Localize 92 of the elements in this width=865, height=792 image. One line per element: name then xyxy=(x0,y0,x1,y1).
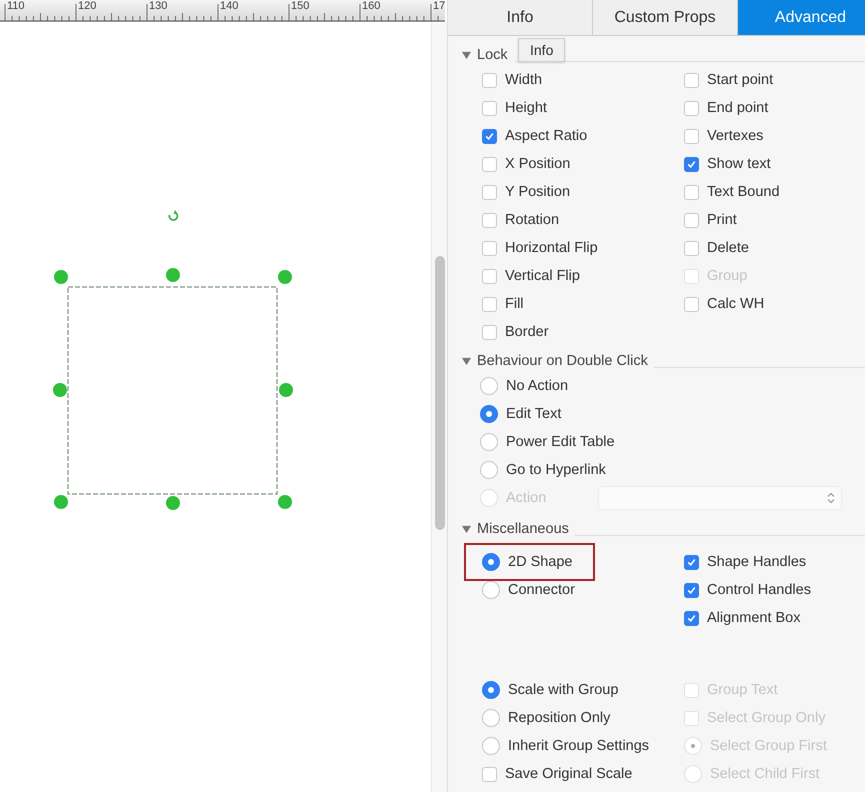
checkbox-label: Height xyxy=(505,100,547,116)
checkbox[interactable] xyxy=(684,296,699,312)
resize-handle[interactable] xyxy=(166,496,180,510)
checkbox[interactable] xyxy=(482,156,497,172)
radio-label: Inherit Group Settings xyxy=(508,738,650,754)
checkbox[interactable] xyxy=(684,128,699,144)
checkbox[interactable] xyxy=(482,128,497,144)
radio-button[interactable] xyxy=(482,553,500,571)
radio-button[interactable] xyxy=(480,377,498,395)
checkbox-label: Width xyxy=(505,72,542,88)
collapse-triangle-icon[interactable] xyxy=(462,50,471,60)
checkbox-label: Border xyxy=(505,324,549,340)
checkbox[interactable] xyxy=(684,212,699,228)
checkbox-label: Fill xyxy=(505,296,524,312)
checkbox-label: Text Bound xyxy=(707,184,780,200)
radio-button[interactable] xyxy=(482,709,500,727)
tab[interactable]: Custom Props xyxy=(593,0,738,35)
chevron-updown-icon xyxy=(827,492,836,504)
resize-handle[interactable] xyxy=(166,268,180,282)
section-title: Miscellaneous xyxy=(477,521,569,537)
checkbox-label: Alignment Box xyxy=(707,610,800,626)
scrollbar-track[interactable] xyxy=(431,22,447,792)
checkbox-label: Delete xyxy=(707,240,749,256)
checkbox-label: X Position xyxy=(505,156,570,172)
selected-rectangle-shape[interactable] xyxy=(68,286,278,494)
checkbox-label: Start point xyxy=(707,72,774,88)
ruler-label: 130 xyxy=(149,0,168,12)
resize-handle[interactable] xyxy=(54,270,68,284)
checkbox-label: Print xyxy=(707,212,737,228)
resize-handle[interactable] xyxy=(278,270,292,284)
resize-handle[interactable] xyxy=(279,383,293,397)
checkbox[interactable] xyxy=(482,324,497,340)
ruler-label: 160 xyxy=(362,0,380,12)
tab[interactable]: Info xyxy=(448,0,593,35)
checkbox[interactable] xyxy=(684,156,699,172)
checkbox-label: End point xyxy=(707,100,768,116)
checkbox[interactable] xyxy=(482,212,497,228)
radio-button[interactable] xyxy=(482,681,500,699)
ruler-label: 110 xyxy=(7,0,25,12)
radio-button[interactable] xyxy=(480,461,498,479)
checkbox[interactable] xyxy=(684,72,699,88)
checkbox[interactable] xyxy=(684,610,699,626)
radio-button[interactable] xyxy=(482,581,500,599)
checkbox-label: Rotation xyxy=(505,212,560,228)
section-title: Behaviour on Double Click xyxy=(477,353,648,369)
checkbox-label: Y Position xyxy=(505,184,570,200)
radio-label: Reposition Only xyxy=(508,710,610,726)
ruler-label: 140 xyxy=(220,0,238,12)
section-title: Lock xyxy=(477,47,508,63)
radio-button[interactable] xyxy=(480,405,498,423)
resize-handle[interactable] xyxy=(54,495,68,509)
radio-label: No Action xyxy=(506,378,568,394)
checkbox-label: Vertical Flip xyxy=(505,268,580,284)
ruler-label: 17 xyxy=(433,0,446,12)
radio-label: Go to Hyperlink xyxy=(506,462,606,478)
radio-label: Connector xyxy=(508,582,575,598)
checkbox-label: Save Original Scale xyxy=(505,766,632,782)
radio-label: 2D Shape xyxy=(508,554,572,570)
checkbox[interactable] xyxy=(684,582,699,598)
radio-label: Edit Text xyxy=(506,406,562,422)
checkbox[interactable] xyxy=(482,268,497,284)
scrollbar-thumb[interactable] xyxy=(435,256,445,530)
ruler-label: 120 xyxy=(78,0,96,12)
checkbox-label: Vertexes xyxy=(707,128,764,144)
collapse-triangle-icon[interactable] xyxy=(462,524,471,534)
checkbox[interactable] xyxy=(482,72,497,88)
checkbox-label: Calc WH xyxy=(707,296,764,312)
checkbox[interactable] xyxy=(482,240,497,256)
radio-button[interactable] xyxy=(482,737,500,755)
checkbox[interactable] xyxy=(684,100,699,116)
checkbox[interactable] xyxy=(482,184,497,200)
checkbox-label: Show text xyxy=(707,156,771,172)
tab[interactable]: Advanced xyxy=(738,0,865,35)
tooltip: Info xyxy=(518,38,566,62)
resize-handle[interactable] xyxy=(278,495,292,509)
checkbox[interactable] xyxy=(482,296,497,312)
collapse-triangle-icon[interactable] xyxy=(462,356,471,366)
checkbox[interactable] xyxy=(482,100,497,116)
checkbox-label: Horizontal Flip xyxy=(505,240,598,256)
checkbox[interactable] xyxy=(482,766,497,782)
checkbox-label: Control Handles xyxy=(707,582,811,598)
checkbox-label: Aspect Ratio xyxy=(505,128,588,144)
radio-label: Scale with Group xyxy=(508,682,618,698)
radio-button[interactable] xyxy=(480,433,498,451)
checkbox[interactable] xyxy=(684,184,699,200)
checkbox-label: Shape Handles xyxy=(707,554,806,570)
resize-handle[interactable] xyxy=(53,383,67,397)
ruler-label: 150 xyxy=(291,0,310,12)
checkbox[interactable] xyxy=(684,240,699,256)
checkbox[interactable] xyxy=(684,554,699,570)
rotation-handle-icon[interactable] xyxy=(168,210,178,221)
radio-label: Power Edit Table xyxy=(506,434,615,450)
